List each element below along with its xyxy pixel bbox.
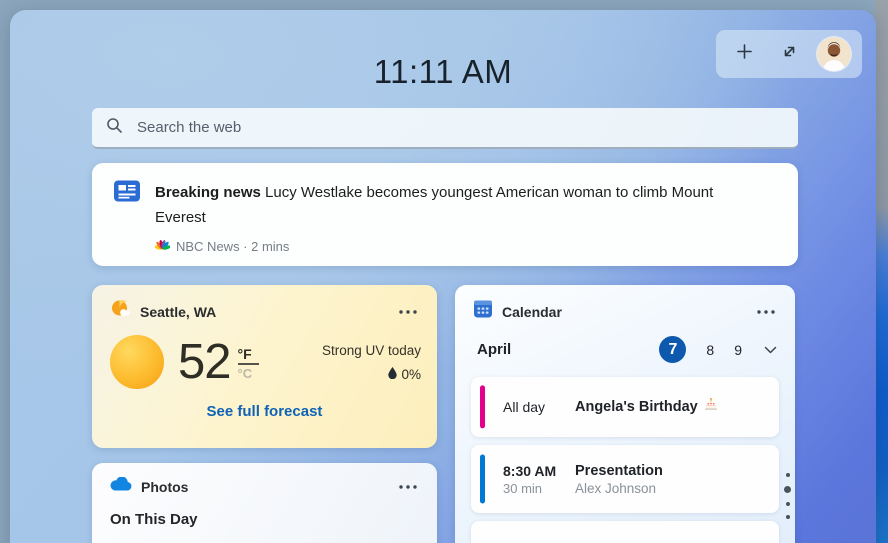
event-card-partial[interactable] — [471, 521, 779, 543]
event-title: Angela's Birthday — [575, 399, 698, 415]
nbc-peacock-icon — [155, 238, 170, 254]
photos-more-button[interactable] — [395, 478, 421, 496]
search-bar[interactable] — [92, 108, 798, 149]
precipitation-value: 0% — [401, 367, 421, 382]
unit-fahrenheit[interactable]: °F — [238, 346, 252, 362]
event-title: Presentation — [575, 463, 663, 479]
photos-title: Photos — [141, 479, 386, 495]
event-accent-bar — [480, 385, 485, 428]
event-list: All day Angela's Birthday 8 — [455, 365, 795, 543]
desktop-wallpaper-edge — [875, 0, 888, 543]
news-attribution-row: NBC News · 2 mins — [155, 238, 778, 254]
day-9[interactable]: 9 — [734, 342, 742, 358]
event-card-presentation[interactable]: 8:30 AM 30 min Presentation Alex Johnson — [471, 445, 779, 513]
see-full-forecast-link[interactable]: See full forecast — [92, 403, 437, 420]
day-selector: 7 8 9 — [659, 336, 779, 363]
event-scroll-indicator[interactable] — [784, 473, 791, 519]
chevron-down-icon[interactable] — [762, 344, 779, 356]
news-attribution: NBC News · 2 mins — [176, 239, 289, 254]
search-input[interactable] — [135, 118, 784, 137]
event-time: 8:30 AM — [503, 463, 575, 479]
weather-location: Seattle, WA — [140, 304, 386, 320]
temperature-value: 52 — [178, 334, 231, 390]
scroll-dot — [786, 502, 790, 506]
newspaper-icon — [114, 180, 140, 230]
sun-icon — [110, 335, 164, 389]
unit-celsius[interactable]: °C — [238, 366, 253, 381]
clock: 11:11 AM — [10, 53, 876, 91]
calendar-month: April — [477, 341, 659, 358]
water-drop-icon — [388, 367, 397, 382]
news-badge: Breaking news — [155, 184, 261, 201]
event-card-birthday[interactable]: All day Angela's Birthday — [471, 377, 779, 437]
scroll-dot-active — [784, 486, 791, 493]
widgets-board: 11:11 AM Breaking news Lucy Westlake bec… — [0, 0, 888, 543]
day-8[interactable]: 8 — [706, 342, 714, 358]
news-card[interactable]: Breaking news Lucy Westlake becomes youn… — [92, 163, 798, 266]
day-7-selected[interactable]: 7 — [659, 336, 686, 363]
event-accent-bar — [480, 455, 485, 504]
weather-widget[interactable]: Seattle, WA 52 °F °C Strong UV today — [92, 285, 437, 448]
calendar-more-button[interactable] — [753, 303, 779, 321]
uv-note: Strong UV today — [322, 343, 421, 358]
weather-more-button[interactable] — [395, 303, 421, 321]
temperature-unit-toggle[interactable]: °F °C — [238, 346, 259, 381]
news-headline: Breaking news Lucy Westlake becomes youn… — [155, 180, 725, 230]
calendar-widget[interactable]: Calendar April 7 8 9 — [455, 285, 795, 543]
event-person: Alex Johnson — [575, 481, 663, 496]
search-icon — [106, 117, 123, 139]
event-duration: 30 min — [503, 481, 575, 496]
calendar-title: Calendar — [502, 304, 744, 320]
calendar-icon — [473, 299, 493, 324]
photos-widget[interactable]: Photos On This Day — [92, 463, 437, 543]
photos-section-title: On This Day — [92, 496, 437, 528]
scroll-dot — [786, 473, 790, 477]
sun-with-cloud-icon — [110, 299, 131, 324]
birthday-cake-icon — [704, 398, 718, 416]
event-time: All day — [503, 399, 575, 415]
onedrive-cloud-icon — [110, 477, 132, 496]
unit-divider — [238, 363, 259, 365]
widgets-panel: 11:11 AM Breaking news Lucy Westlake bec… — [10, 10, 876, 543]
scroll-dot — [786, 515, 790, 519]
